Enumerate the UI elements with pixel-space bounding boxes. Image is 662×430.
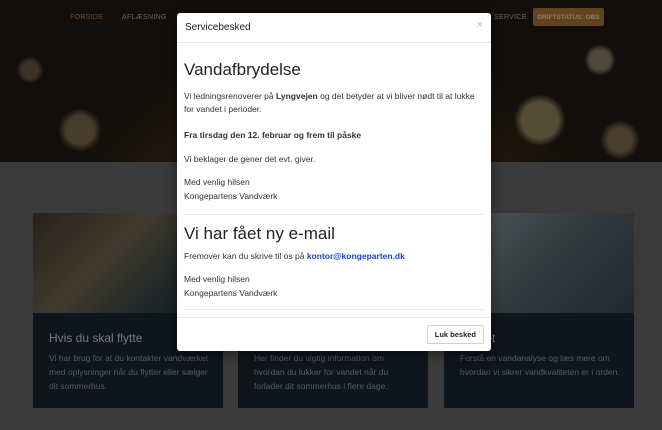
section-heading-water-interruption: Vandafbrydelse — [184, 60, 301, 79]
email-link[interactable]: kontor@kongeparten.dk — [307, 251, 405, 261]
signature: Kongepartens Vandværk — [184, 191, 278, 201]
greeting: Med venlig hilsen — [184, 274, 250, 284]
modal-body: Vandafbrydelse Vi ledningsrenoverer på L… — [184, 43, 484, 315]
apology-text: Vi beklager de gener det evt. giver. — [184, 154, 316, 164]
close-message-button[interactable]: Luk besked — [426, 325, 484, 344]
close-icon[interactable]: × — [477, 19, 483, 31]
greeting: Med venlig hilsen — [184, 177, 250, 187]
modal-footer: Luk besked — [177, 317, 491, 351]
divider — [184, 214, 484, 215]
street-name: Lyngvejen — [276, 91, 318, 101]
modal-header: Servicebesked × — [177, 13, 491, 43]
new-email-paragraph: Fremover kan du skrive til os på kontor@… — [184, 251, 405, 261]
signature: Kongepartens Vandværk — [184, 288, 278, 298]
divider — [184, 309, 484, 310]
service-message-modal: Servicebesked × Vandafbrydelse Vi lednin… — [177, 13, 491, 351]
interruption-paragraph: Vi ledningsrenoverer på Lyngvejen og det… — [184, 91, 475, 114]
modal-title: Servicebesked — [185, 22, 251, 33]
interruption-period: Fra tirsdag den 12. februar og frem til … — [184, 130, 362, 140]
section-heading-new-email: Vi har fået ny e-mail — [184, 224, 335, 243]
